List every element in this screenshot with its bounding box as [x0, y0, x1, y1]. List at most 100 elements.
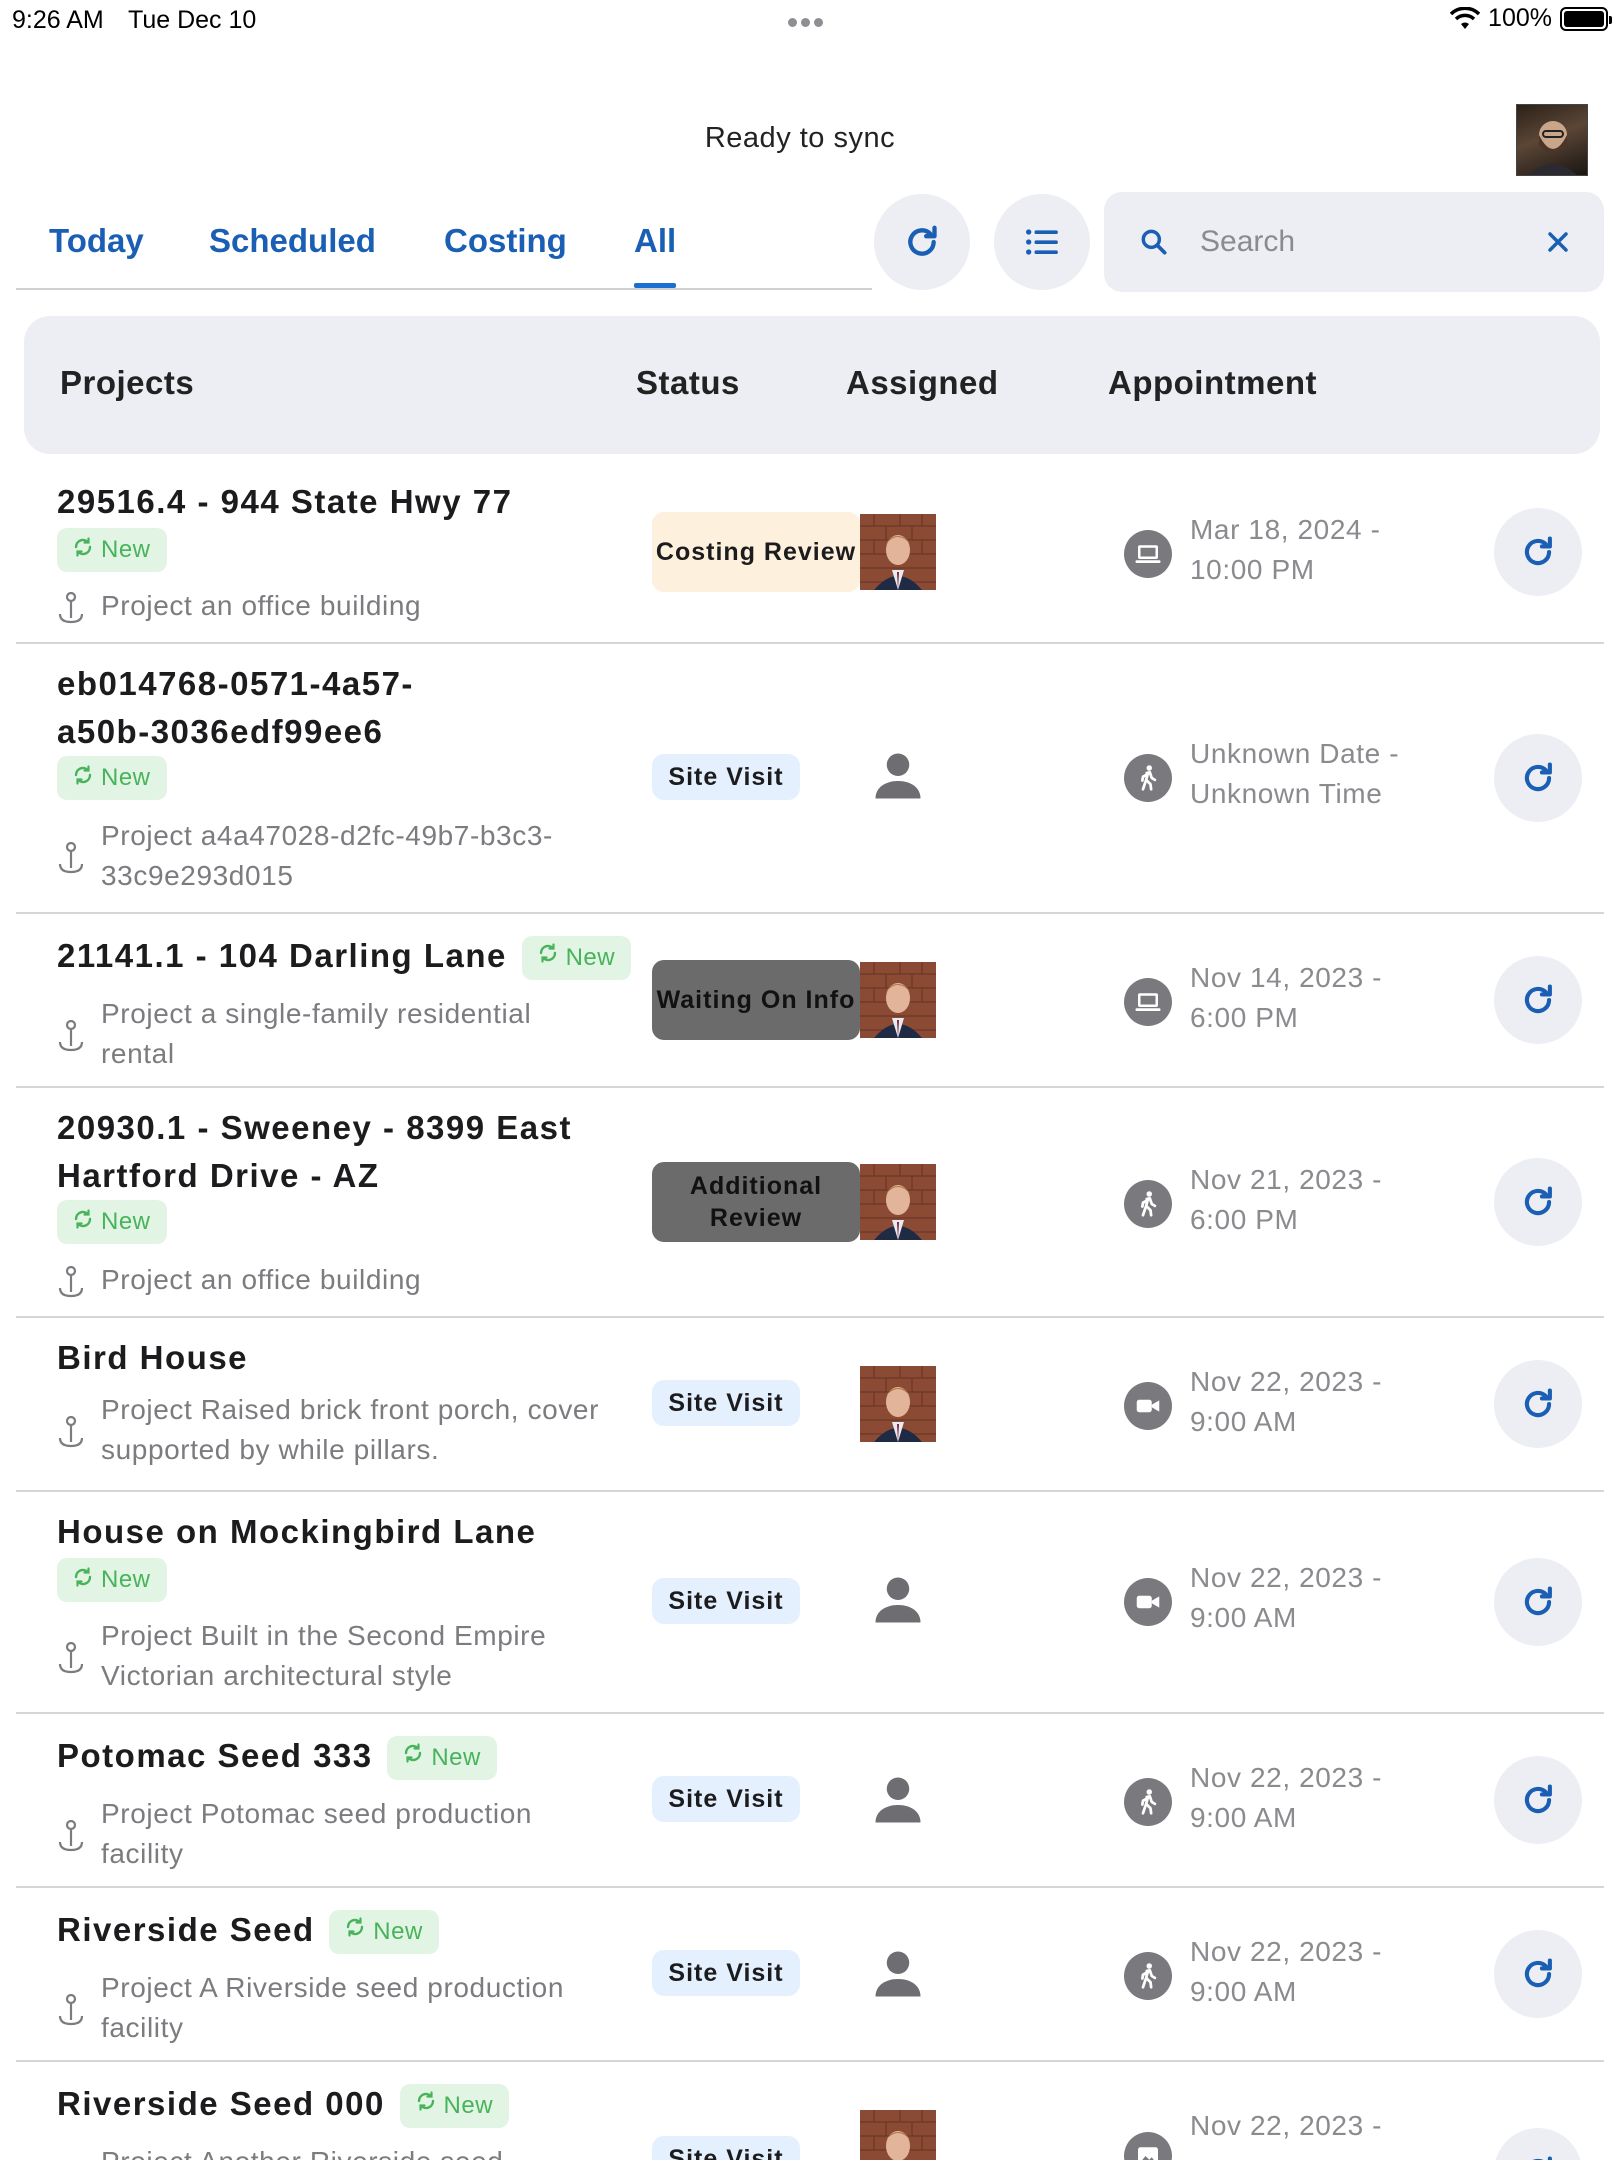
- new-badge: New: [329, 1910, 439, 1955]
- status-badge: Site Visit: [652, 2136, 800, 2160]
- table-row[interactable]: eb014768-0571-4a57-a50b-3036edf99ee6 New…: [16, 644, 1604, 914]
- project-description: Project an office building: [101, 590, 422, 621]
- project-description: Project Built in the Second Empire Victo…: [101, 1620, 547, 1691]
- row-refresh-button[interactable]: [1494, 1756, 1582, 1844]
- row-refresh-button[interactable]: [1494, 1930, 1582, 2018]
- tab-bar: Today Scheduled Costing All: [16, 210, 872, 290]
- new-badge: New: [399, 2084, 510, 2129]
- sync-icon: [74, 1208, 92, 1229]
- row-refresh-button[interactable]: [1494, 1158, 1582, 1246]
- row-refresh-button[interactable]: [1494, 1558, 1582, 1646]
- tab-today[interactable]: Today: [49, 222, 144, 260]
- project-title: House on Mockingbird Lane: [57, 1513, 537, 1550]
- person-icon: [868, 1570, 928, 1630]
- user-avatar[interactable]: [1516, 104, 1588, 176]
- pin-icon: [57, 1264, 85, 1300]
- search-bar: [1104, 192, 1604, 292]
- row-refresh-button[interactable]: [1494, 1360, 1582, 1448]
- table-row[interactable]: House on Mockingbird Lane New Project Bu…: [16, 1492, 1604, 1714]
- new-badge: New: [521, 936, 632, 981]
- tab-scheduled[interactable]: Scheduled: [209, 222, 376, 260]
- table-row[interactable]: 29516.4 - 944 State Hwy 77 New Project a…: [16, 462, 1604, 644]
- appointment-time: Unknown Date - Unknown Time: [1190, 738, 1400, 809]
- appointment-time: Nov 22, 2023 - 9:00 AM: [1190, 1936, 1383, 2007]
- table-row[interactable]: Riverside Seed New Project A Riverside s…: [16, 1888, 1604, 2062]
- assignee-photo: [860, 1366, 936, 1442]
- tab-all[interactable]: All: [634, 222, 677, 288]
- pin-icon: [57, 1018, 85, 1054]
- status-badge: Site Visit: [652, 1380, 800, 1426]
- status-badge: Site Visit: [652, 1776, 800, 1822]
- row-refresh-button[interactable]: [1494, 2128, 1582, 2160]
- person-icon: [868, 1944, 928, 2004]
- refresh-icon: [1524, 536, 1552, 566]
- column-appointment[interactable]: Appointment: [1108, 364, 1317, 402]
- battery-percent: 100%: [1488, 4, 1552, 32]
- row-refresh-button[interactable]: [1494, 734, 1582, 822]
- sync-status: Ready to sync: [704, 122, 896, 154]
- status-bar: 9:26 AM Tue Dec 10 100%: [0, 0, 1620, 40]
- video-icon: [1124, 1578, 1172, 1626]
- project-description: Project a4a47028-d2fc-49b7-b3c3-33c9e293…: [101, 820, 553, 891]
- assignee-photo: [860, 514, 936, 590]
- appointment-time: Nov 22, 2023 - 9:00 AM: [1190, 1562, 1383, 1633]
- sync-icon: [417, 2091, 434, 2111]
- person-icon: [868, 746, 928, 806]
- table-header: Projects Status Assigned Appointment: [24, 316, 1600, 454]
- pin-icon: [57, 1414, 85, 1450]
- refresh-icon: [908, 225, 937, 256]
- multitasking-dots-icon[interactable]: [788, 14, 832, 27]
- row-refresh-button[interactable]: [1494, 508, 1582, 596]
- pin-icon: [57, 1640, 85, 1676]
- list-view-button[interactable]: [994, 194, 1090, 290]
- column-projects[interactable]: Projects: [60, 364, 194, 402]
- refresh-button[interactable]: [874, 194, 970, 290]
- walking-icon: [1124, 1778, 1172, 1826]
- appointment-time: Nov 22, 2023 - 9:00 AM: [1190, 1762, 1383, 1833]
- walking-icon: [1124, 1952, 1172, 2000]
- project-title: eb014768-0571-4a57-a50b-3036edf99ee6: [57, 665, 414, 750]
- status-time: 9:26 AM: [12, 6, 104, 34]
- appointment-time: Mar 18, 2024 - 10:00 PM: [1190, 514, 1381, 585]
- table-row[interactable]: Bird House Project Raised brick front po…: [16, 1318, 1604, 1492]
- project-title: 20930.1 - Sweeney - 8399 East Hartford D…: [57, 1109, 572, 1194]
- assignee-photo: [860, 962, 936, 1038]
- refresh-icon: [1532, 2156, 1552, 2160]
- column-assigned[interactable]: Assigned: [846, 364, 999, 402]
- status-badge: Costing Review: [652, 512, 860, 592]
- table-row[interactable]: Potomac Seed 333 New Project Potomac see…: [16, 1714, 1604, 1888]
- column-status[interactable]: Status: [636, 364, 740, 402]
- laptop-icon: [1124, 978, 1172, 1026]
- assignee-photo: [860, 2110, 936, 2160]
- project-title: Bird House: [57, 1339, 249, 1376]
- walking-icon: [1124, 1180, 1172, 1228]
- sync-icon: [74, 1566, 92, 1587]
- row-refresh-button[interactable]: [1494, 956, 1582, 1044]
- table-row[interactable]: 21141.1 - 104 Darling Lane New Project a…: [16, 914, 1604, 1088]
- new-badge: New: [57, 1558, 167, 1602]
- tab-costing[interactable]: Costing: [444, 222, 567, 260]
- table-row[interactable]: 20930.1 - Sweeney - 8399 East Hartford D…: [16, 1088, 1604, 1318]
- clear-search-icon[interactable]: [1542, 226, 1574, 258]
- new-badge: New: [57, 1200, 167, 1244]
- search-icon: [1141, 229, 1167, 255]
- search-input[interactable]: [1200, 220, 1520, 264]
- status-badge: Additional Review: [652, 1162, 860, 1242]
- walking-icon: [1124, 754, 1172, 802]
- project-description: Project an office building: [101, 1264, 422, 1295]
- image-icon: [1124, 2132, 1172, 2160]
- project-title: 29516.4 - 944 State Hwy 77: [57, 483, 513, 520]
- table-row[interactable]: Riverside Seed 000 New Project Another R…: [16, 2062, 1604, 2160]
- refresh-icon: [1524, 1586, 1552, 1616]
- appointment-time: Nov 21, 2023 - 6:00 PM: [1190, 1164, 1383, 1235]
- project-title: 21141.1 - 104 Darling Lane New: [57, 932, 632, 981]
- battery-icon: [1560, 6, 1612, 31]
- project-description: Project Potomac seed production facility: [101, 1798, 533, 1869]
- pin-icon: [57, 840, 85, 876]
- project-title: Riverside Seed New: [57, 1906, 439, 1955]
- video-icon: [1124, 1382, 1172, 1430]
- sync-icon: [347, 1917, 364, 1937]
- pin-icon: [57, 590, 85, 626]
- status-badge: Waiting On Info: [652, 960, 860, 1040]
- new-badge: New: [57, 528, 167, 572]
